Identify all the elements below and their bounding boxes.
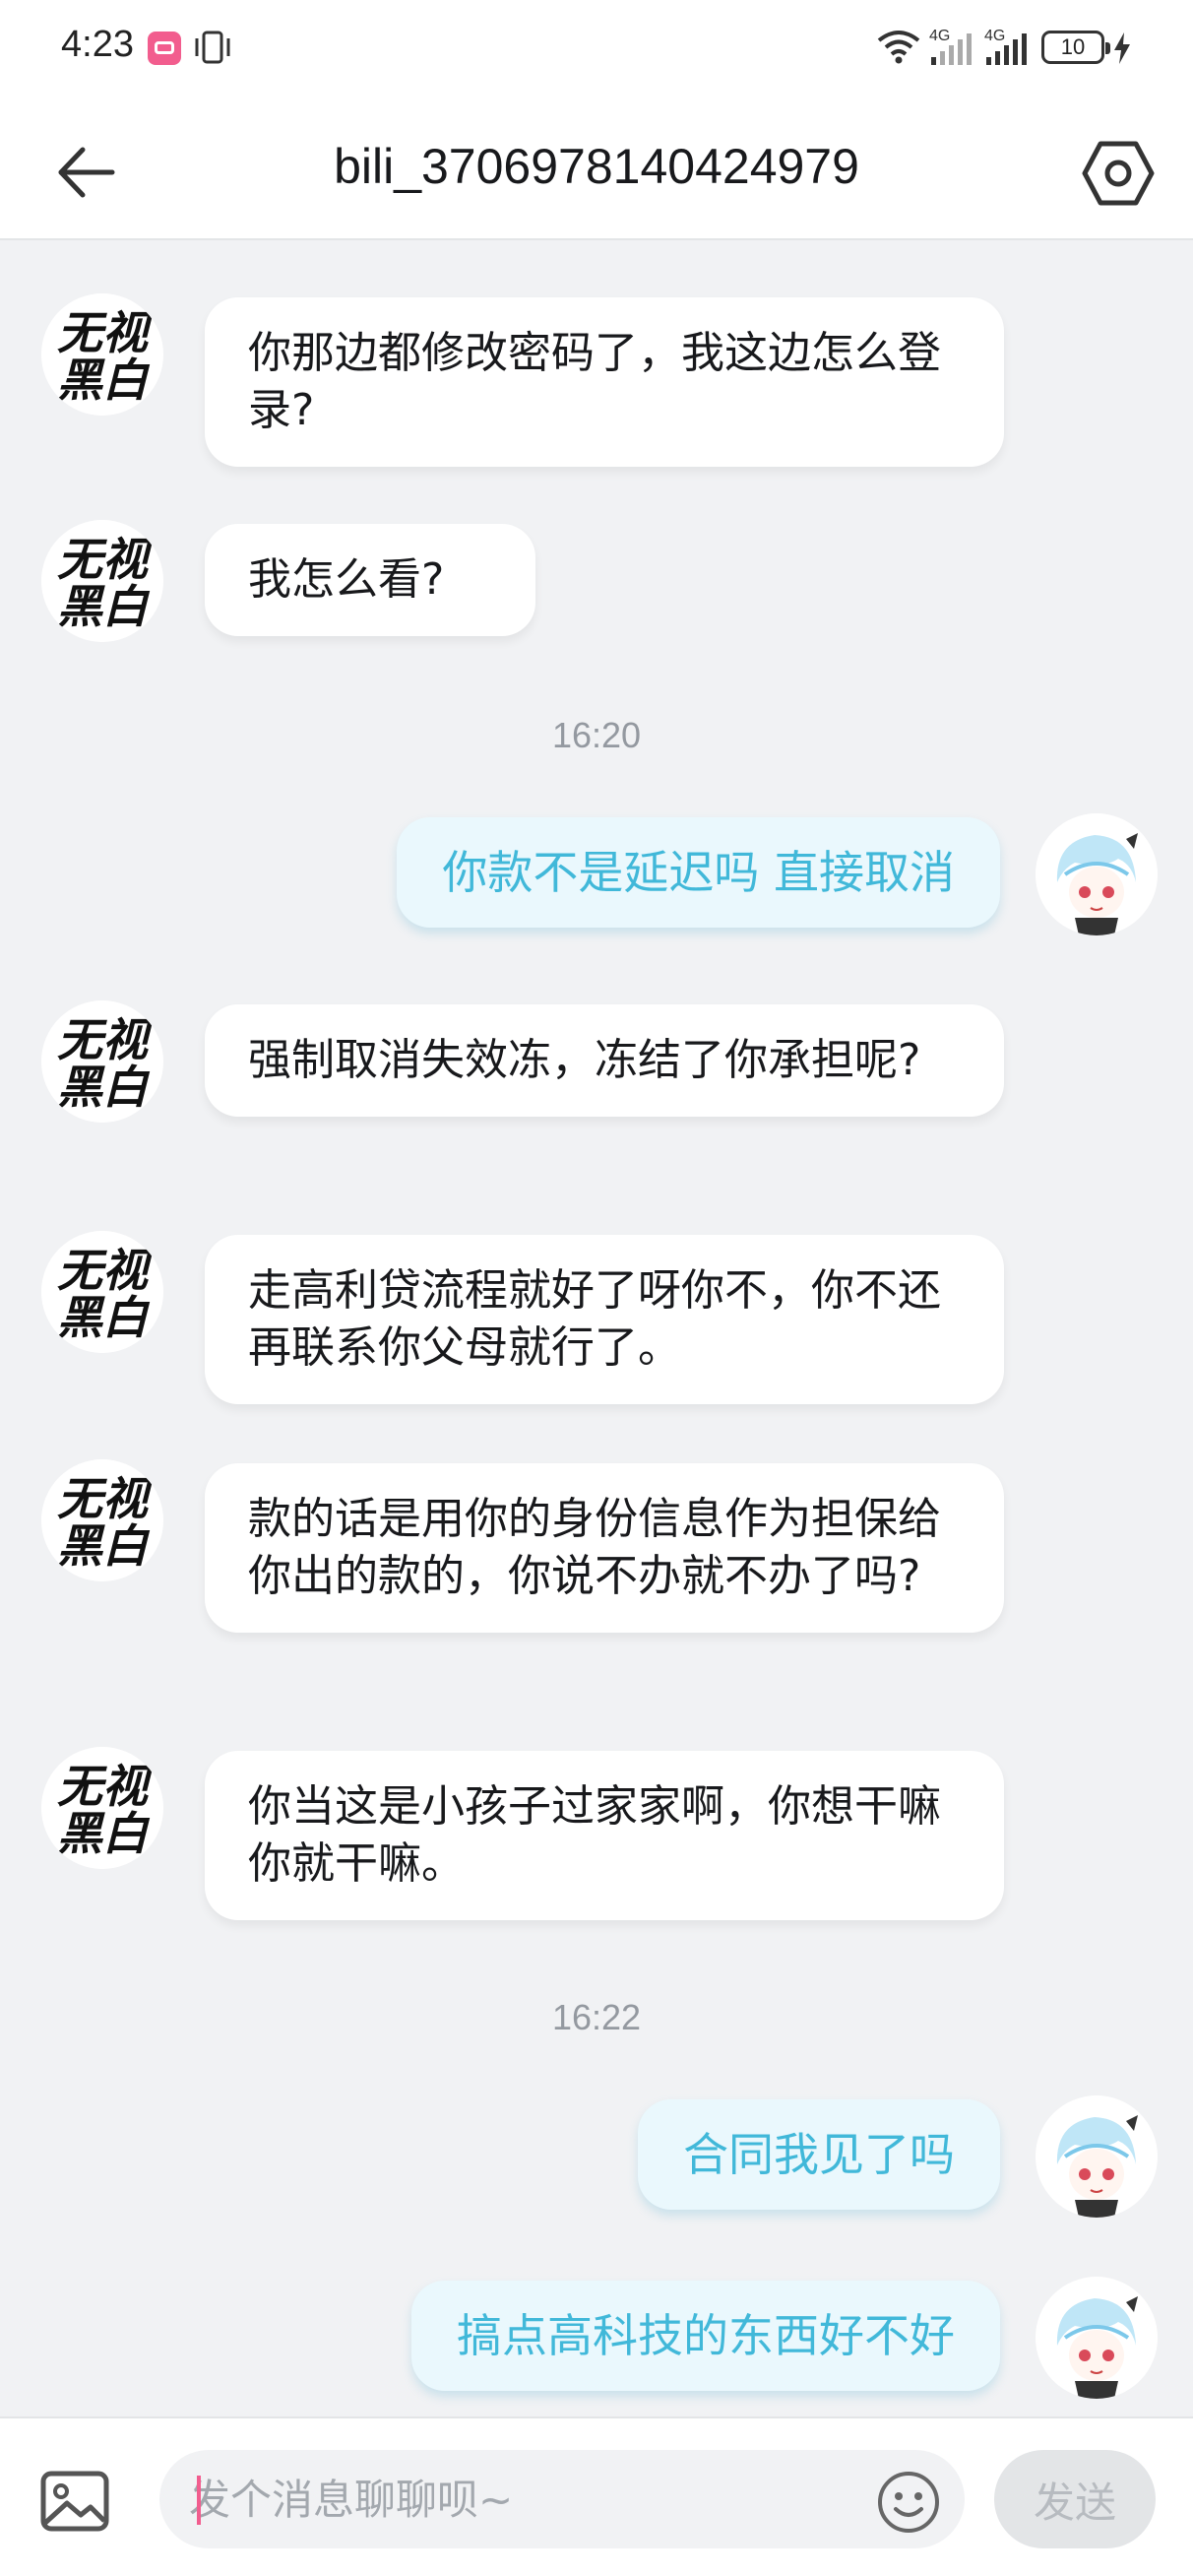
avatar-text-top: 无视: [57, 533, 154, 586]
avatar-text-bottom: 黑白: [57, 354, 151, 407]
bilibili-notification-icon: [148, 32, 181, 65]
contact-avatar[interactable]: 无视 黑白: [41, 1459, 163, 1581]
message-bubble-received[interactable]: 款的话是用你的身份信息作为担保给你出的款的，你说不办就不办了吗?: [205, 1463, 1004, 1633]
contact-avatar-image: 无视 黑白: [41, 293, 163, 416]
anime-girl-avatar-image: [1036, 813, 1158, 935]
status-bar: 4:23 4G 4G 10: [0, 0, 1193, 98]
avatar-text-bottom: 黑白: [57, 1061, 151, 1114]
signal-icon-2: [986, 33, 1027, 65]
contact-avatar-image: 无视 黑白: [41, 1747, 163, 1869]
avatar-text-bottom: 黑白: [57, 1519, 151, 1573]
contact-avatar[interactable]: 无视 黑白: [41, 1231, 163, 1353]
vibrate-icon: [195, 31, 230, 64]
message-bubble-received[interactable]: 强制取消失效冻，冻结了你承担呢?: [205, 1004, 1004, 1117]
chat-title: bili_3706978140424979: [334, 139, 859, 194]
wifi-icon: [877, 31, 920, 64]
battery-level: 10: [1060, 34, 1086, 59]
contact-avatar-image: 无视 黑白: [41, 1459, 163, 1581]
message-bubble-sent[interactable]: 合同我见了吗: [638, 2099, 1000, 2210]
message-bubble-sent[interactable]: 搞点高科技的东西好不好: [411, 2281, 1000, 2391]
user-avatar[interactable]: [1036, 2277, 1158, 2399]
status-time: 4:23: [61, 24, 134, 65]
contact-avatar-image: 无视 黑白: [41, 1000, 163, 1123]
chat-header: bili_3706978140424979: [0, 98, 1193, 240]
user-avatar[interactable]: [1036, 2095, 1158, 2218]
text-cursor: [197, 2476, 201, 2525]
contact-avatar[interactable]: 无视 黑白: [41, 1747, 163, 1869]
message-timestamp: 16:22: [551, 1997, 642, 2037]
contact-avatar[interactable]: 无视 黑白: [41, 293, 163, 416]
avatar-text-top: 无视: [57, 1472, 154, 1525]
message-bubble-sent[interactable]: 你款不是延迟吗 直接取消: [397, 817, 1000, 928]
image-picker-icon[interactable]: [39, 2466, 110, 2537]
message-timestamp: 16:20: [551, 715, 642, 755]
message-list[interactable]: 无视 黑白 你那边都修改密码了，我这边怎么登录? 无视 黑白 我怎么看? 16:…: [0, 242, 1193, 2416]
signal-icon-1: [931, 33, 972, 65]
charging-icon: [1114, 32, 1130, 64]
anime-girl-avatar-image: [1036, 2095, 1158, 2218]
battery-icon: 10: [1041, 31, 1110, 64]
avatar-text-top: 无视: [57, 306, 154, 359]
settings-hexagon-icon[interactable]: [1081, 136, 1156, 211]
message-bubble-received[interactable]: 我怎么看?: [205, 524, 535, 636]
avatar-text-bottom: 黑白: [57, 1807, 151, 1860]
message-input-bar: 发送: [0, 2416, 1193, 2576]
emoji-icon[interactable]: [876, 2470, 941, 2535]
message-bubble-received[interactable]: 走高利贷流程就好了呀你不，你不还再联系你父母就行了。: [205, 1235, 1004, 1404]
avatar-text-bottom: 黑白: [57, 580, 151, 633]
send-button[interactable]: 发送: [994, 2450, 1156, 2548]
contact-avatar-image: 无视 黑白: [41, 520, 163, 642]
avatar-text-top: 无视: [57, 1244, 154, 1297]
message-bubble-received[interactable]: 你那边都修改密码了，我这边怎么登录?: [205, 297, 1004, 467]
anime-girl-avatar-image: [1036, 2277, 1158, 2399]
contact-avatar[interactable]: 无视 黑白: [41, 1000, 163, 1123]
user-avatar[interactable]: [1036, 813, 1158, 935]
avatar-text-top: 无视: [57, 1013, 154, 1066]
contact-avatar[interactable]: 无视 黑白: [41, 520, 163, 642]
message-input[interactable]: [159, 2450, 965, 2548]
avatar-text-top: 无视: [57, 1760, 154, 1813]
message-bubble-received[interactable]: 你当这是小孩子过家家啊，你想干嘛你就干嘛。: [205, 1751, 1004, 1920]
contact-avatar-image: 无视 黑白: [41, 1231, 163, 1353]
avatar-text-bottom: 黑白: [57, 1291, 151, 1344]
